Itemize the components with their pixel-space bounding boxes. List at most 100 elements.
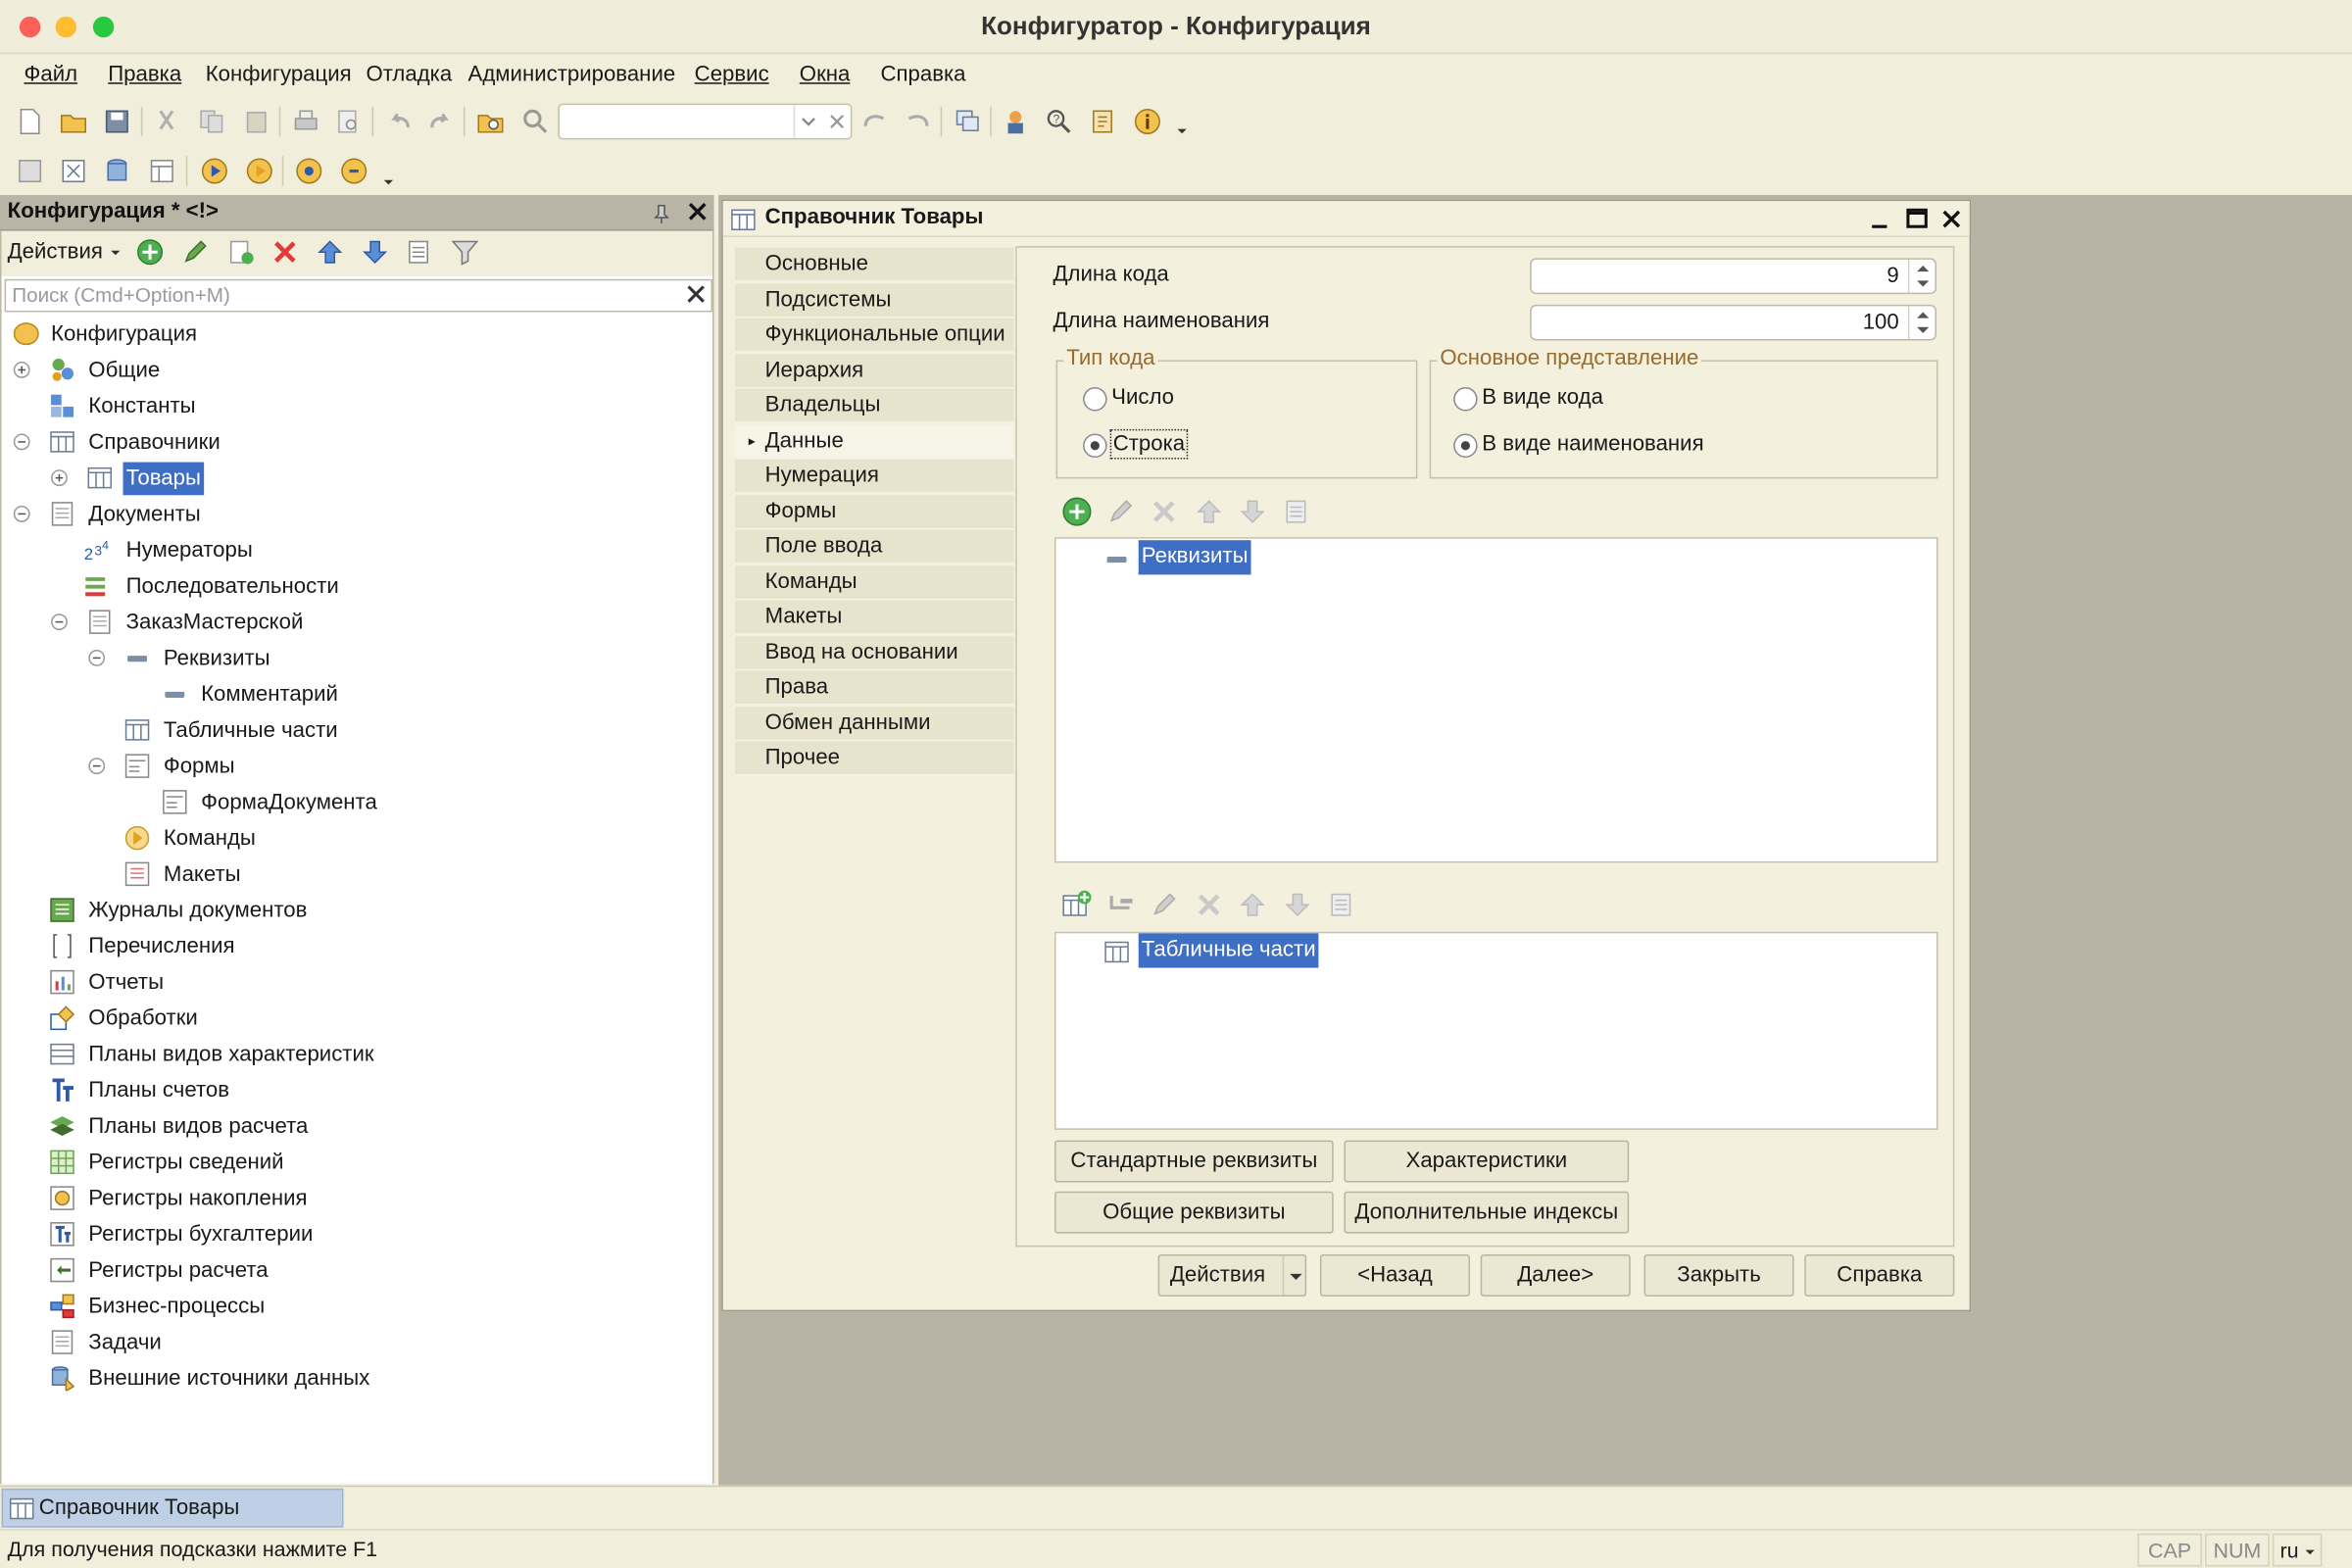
tree-search-input[interactable]: Поиск (Cmd+Option+M) [4, 278, 713, 313]
additional-indexes-button[interactable]: Дополнительные индексы [1344, 1191, 1630, 1234]
taskbar-item-catalog[interactable]: Справочник Товары [1, 1488, 344, 1528]
menu-help[interactable]: Справка [880, 63, 965, 86]
expand-icon[interactable] [51, 469, 68, 487]
search-combo[interactable] [558, 103, 853, 140]
menu-edit[interactable]: Правка [108, 63, 181, 86]
language-selector[interactable]: ru [2272, 1533, 2323, 1567]
actions-button[interactable]: Действия [1157, 1253, 1307, 1297]
print-icon[interactable] [292, 108, 319, 135]
config-window-icon[interactable] [17, 158, 44, 185]
syntax-helper-icon[interactable]: ? [1046, 108, 1073, 135]
help-button[interactable]: Справка [1804, 1253, 1955, 1297]
common-attributes-button[interactable]: Общие реквизиты [1054, 1191, 1334, 1234]
add-icon[interactable] [136, 238, 164, 266]
name-length-field[interactable]: 100 [1530, 304, 1937, 341]
code-type-string-radio[interactable] [1083, 433, 1107, 458]
next-button[interactable]: Далее> [1480, 1253, 1631, 1297]
minimize-icon[interactable] [1869, 209, 1889, 229]
expand-icon[interactable] [13, 361, 30, 378]
delete-tabular-icon[interactable] [1196, 891, 1223, 918]
sort-icon[interactable] [407, 238, 434, 266]
find-prev-icon[interactable] [905, 108, 932, 135]
presentation-code-radio[interactable] [1453, 387, 1478, 412]
tabular-root-item[interactable]: Табличные части [1138, 933, 1319, 968]
close-panel-icon[interactable] [685, 200, 709, 223]
move-down-attribute-icon[interactable] [1239, 498, 1266, 525]
find-next-icon[interactable] [861, 108, 889, 135]
chevron-down-icon[interactable] [793, 105, 821, 138]
nav-forms[interactable]: Формы [734, 495, 1014, 530]
move-down-tabular-icon[interactable] [1284, 891, 1311, 918]
maximize-icon[interactable] [1905, 207, 1929, 230]
code-type-number-radio[interactable] [1083, 387, 1107, 412]
pin-icon[interactable] [654, 203, 669, 224]
new-icon[interactable] [17, 108, 44, 135]
close-icon[interactable] [1939, 207, 1963, 230]
nav-subsystems[interactable]: Подсистемы [734, 283, 1014, 318]
reference-icon[interactable] [1089, 108, 1116, 135]
sort-tabular-icon[interactable] [1329, 891, 1356, 918]
menu-administration[interactable]: Администрирование [468, 63, 676, 86]
standard-attributes-button[interactable]: Стандартные реквизиты [1054, 1140, 1334, 1183]
attributes-root-item[interactable]: Реквизиты [1138, 540, 1251, 575]
menu-configuration[interactable]: Конфигурация [206, 63, 352, 86]
edit-tabular-icon[interactable] [1151, 891, 1178, 918]
debug-mode-icon[interactable] [296, 158, 323, 185]
presentation-name-radio[interactable] [1453, 433, 1478, 458]
edit-attribute-icon[interactable] [1107, 498, 1135, 525]
menu-file[interactable]: Файл [24, 63, 77, 86]
nav-functional-options[interactable]: Функциональные опции [734, 318, 1014, 353]
collapse-icon[interactable] [88, 649, 106, 666]
nav-hierarchy[interactable]: Иерархия [734, 354, 1014, 389]
nav-input-based-on[interactable]: Ввод на основании [734, 636, 1014, 671]
actions-menu[interactable]: Действия [8, 240, 122, 264]
save-icon[interactable] [104, 108, 131, 135]
spin-icon[interactable] [1907, 259, 1936, 293]
paste-icon[interactable] [243, 108, 270, 135]
nav-data[interactable]: ▸ Данные [734, 424, 1014, 460]
find-in-folder-icon[interactable] [477, 108, 505, 135]
table-window-icon[interactable] [149, 158, 176, 185]
toolbar-overflow-icon[interactable] [1176, 124, 1188, 136]
menu-debug[interactable]: Отладка [366, 63, 452, 86]
search-icon[interactable] [522, 108, 550, 135]
cut-icon[interactable] [153, 108, 180, 135]
nav-other[interactable]: Прочее [734, 741, 1014, 776]
edit-icon[interactable] [181, 238, 209, 266]
add-tabular-attribute-icon[interactable] [1107, 891, 1135, 918]
nav-data-exchange[interactable]: Обмен данными [734, 707, 1014, 742]
copy-icon[interactable] [198, 108, 225, 135]
info-icon[interactable] [1134, 108, 1161, 135]
windows-icon[interactable] [954, 108, 981, 135]
code-length-field[interactable]: 9 [1530, 258, 1937, 295]
collapse-icon[interactable] [88, 758, 106, 775]
collapse-icon[interactable] [51, 613, 68, 631]
add-attribute-icon[interactable] [1062, 497, 1093, 527]
clear-tree-search-icon[interactable] [684, 282, 708, 306]
move-up-attribute-icon[interactable] [1196, 498, 1223, 525]
chevron-down-icon[interactable] [1282, 1255, 1306, 1296]
db-config-icon[interactable] [60, 158, 87, 185]
update-db-icon[interactable] [104, 158, 131, 185]
search-combo-input[interactable] [562, 108, 788, 135]
move-up-tabular-icon[interactable] [1239, 891, 1266, 918]
nav-commands[interactable]: Команды [734, 565, 1014, 601]
move-up-icon[interactable] [317, 238, 344, 266]
filter-icon[interactable] [451, 238, 479, 266]
code-type-number-label[interactable]: Число [1111, 385, 1174, 409]
print-preview-icon[interactable] [334, 108, 362, 135]
sort-attribute-icon[interactable] [1284, 498, 1311, 525]
toolbar2-overflow-icon[interactable] [382, 175, 394, 187]
run-enterprise-icon[interactable] [246, 158, 273, 185]
nav-numbering[interactable]: Нумерация [734, 459, 1014, 494]
start-debug-icon[interactable] [201, 158, 228, 185]
collapse-icon[interactable] [13, 433, 30, 451]
nav-owners[interactable]: Владельцы [734, 388, 1014, 423]
debug-dropdown-icon[interactable] [340, 158, 368, 185]
close-button[interactable]: Закрыть [1643, 1253, 1794, 1297]
move-down-icon[interactable] [362, 238, 389, 266]
add-copy-icon[interactable] [228, 238, 256, 266]
nav-input-field[interactable]: Поле ввода [734, 529, 1014, 564]
back-button[interactable]: <Назад [1319, 1253, 1470, 1297]
menu-service[interactable]: Сервис [695, 63, 769, 86]
